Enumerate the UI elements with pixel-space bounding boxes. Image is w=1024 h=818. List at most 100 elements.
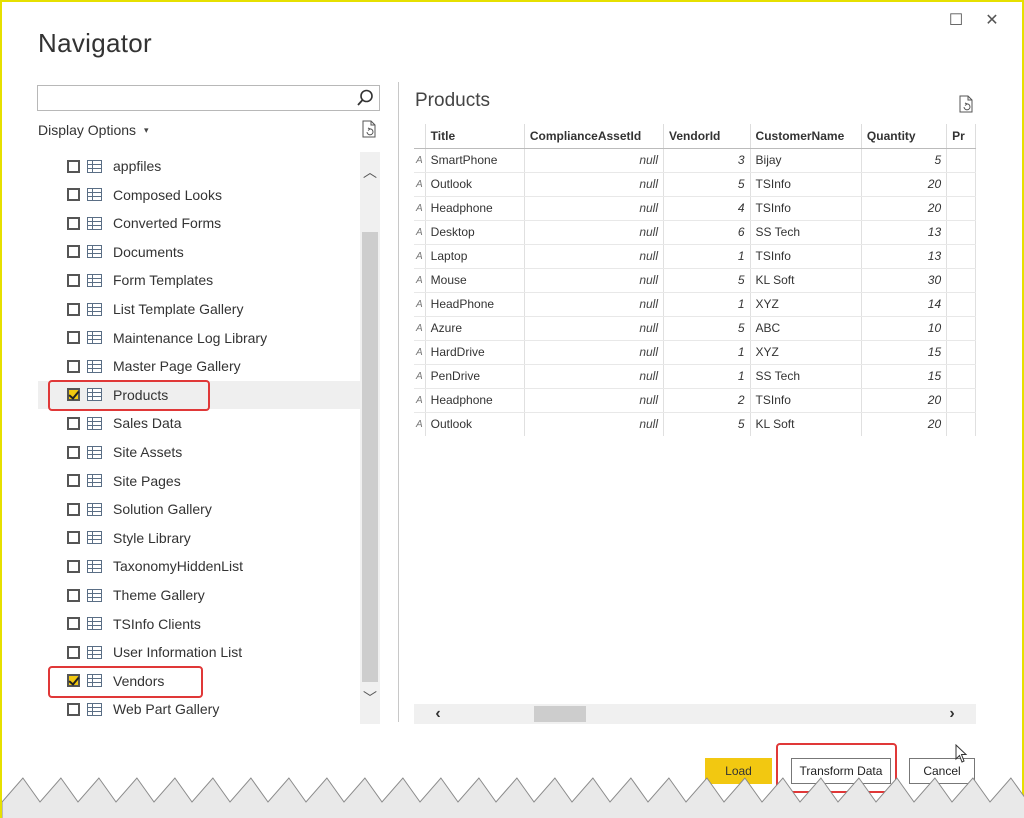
close-button[interactable]: ✕ (982, 10, 1002, 30)
column-header[interactable]: Quantity (861, 124, 948, 149)
table-cell: Bijay (750, 148, 862, 173)
tree-item[interactable]: Documents (38, 238, 360, 266)
maximize-button[interactable]: ☐ (946, 10, 966, 30)
tree-item[interactable]: Converted Forms (38, 209, 360, 237)
tree-item-label: Documents (113, 243, 184, 260)
table-cell: XYZ (750, 340, 862, 365)
tree-item-label: Site Assets (113, 444, 183, 460)
table-cell (946, 220, 976, 245)
search-icon[interactable] (356, 89, 374, 107)
column-header[interactable]: Pr (946, 124, 976, 149)
table-row[interactable]: A Mouse null 5 KL Soft 30 (414, 268, 976, 293)
tree-item[interactable]: Composed Looks (38, 181, 360, 209)
table-row[interactable]: A Desktop null 6 SS Tech 13 (414, 220, 976, 245)
tree-item[interactable]: Theme Gallery (38, 581, 360, 609)
table-icon (87, 188, 102, 202)
tree-item-checkbox[interactable] (67, 273, 80, 287)
tree-item-checkbox[interactable] (67, 588, 80, 602)
table-row[interactable]: A Laptop null 1 TSInfo 13 (414, 244, 976, 269)
tree-item-checkbox[interactable] (67, 331, 80, 345)
tree-item-checkbox[interactable] (67, 702, 80, 716)
refresh-preview-icon[interactable] (958, 95, 974, 113)
column-header[interactable] (414, 124, 426, 149)
tree-item-checkbox[interactable] (67, 617, 80, 631)
tree-item-label: Style Library (113, 529, 191, 546)
tree-scrollbar[interactable]: ︿ ﹀ (360, 152, 380, 724)
table-row[interactable]: A Headphone null 2 TSInfo 20 (414, 388, 976, 413)
table-cell: PenDrive (425, 364, 525, 389)
table-cell: A (414, 292, 426, 317)
tree-item-label: Maintenance Log Library (113, 329, 268, 346)
table-row[interactable]: A HeadPhone null 1 XYZ 14 (414, 292, 976, 317)
pane-divider[interactable] (398, 82, 399, 722)
column-header[interactable]: ComplianceAssetId (524, 124, 665, 149)
tree-item-checkbox[interactable] (67, 245, 80, 259)
scroll-down-icon[interactable]: ﹀ (360, 688, 380, 708)
table-cell: Headphone (425, 196, 525, 221)
table-row[interactable]: A SmartPhone null 3 Bijay 5 (414, 148, 976, 173)
tree-item[interactable]: Site Assets (38, 438, 360, 466)
column-header[interactable]: Title (425, 124, 525, 149)
refresh-icon[interactable] (361, 120, 377, 138)
table-row[interactable]: A HardDrive null 1 XYZ 15 (414, 340, 976, 365)
table-row[interactable]: A Azure null 5 ABC 10 (414, 316, 976, 341)
tree-item[interactable]: Solution Gallery (38, 495, 360, 523)
scroll-left-icon[interactable]: ‹ (426, 704, 450, 724)
table-cell: TSInfo (750, 244, 862, 269)
table-cell: null (524, 412, 665, 436)
tree-item-checkbox[interactable] (67, 645, 80, 659)
tree-item-checkbox[interactable] (67, 359, 80, 373)
table-row[interactable]: A Outlook null 5 KL Soft 20 (414, 412, 976, 436)
tree-item-checkbox[interactable] (67, 159, 80, 173)
tree-item[interactable]: Style Library (38, 524, 360, 552)
table-cell: TSInfo (750, 196, 862, 221)
search-input[interactable] (42, 87, 352, 109)
tree-item[interactable]: User Information List (38, 638, 360, 666)
tree-item-checkbox[interactable] (67, 416, 80, 430)
column-header[interactable]: VendorId (663, 124, 751, 149)
table-cell: A (414, 196, 426, 221)
tree-item-label: Composed Looks (113, 186, 222, 203)
scroll-right-icon[interactable]: › (940, 704, 964, 724)
table-row[interactable]: A Outlook null 5 TSInfo 20 (414, 172, 976, 197)
tree-item[interactable]: Sales Data (38, 409, 360, 437)
tree-item[interactable]: Master Page Gallery (38, 352, 360, 380)
table-icon (87, 531, 102, 545)
tree-item[interactable]: Maintenance Log Library (38, 324, 360, 352)
tree-item-checkbox[interactable] (67, 216, 80, 230)
tree-item-checkbox[interactable] (67, 531, 80, 545)
search-box[interactable] (37, 85, 380, 111)
table-row[interactable]: A Headphone null 4 TSInfo 20 (414, 196, 976, 221)
tree-scrollbar-thumb[interactable] (362, 232, 378, 682)
table-icon (87, 474, 102, 488)
table-row[interactable]: A PenDrive null 1 SS Tech 15 (414, 364, 976, 389)
tree-item-checkbox[interactable] (67, 559, 80, 573)
table-cell: 3 (663, 148, 751, 173)
table-cell: HardDrive (425, 340, 525, 365)
tree-item[interactable]: appfiles (38, 152, 360, 180)
tree-item-checkbox[interactable] (67, 302, 80, 316)
table-cell (946, 364, 976, 389)
tree-item[interactable]: TSInfo Clients (38, 610, 360, 638)
display-options-dropdown[interactable]: Display Options ▾ (38, 122, 149, 138)
hscrollbar-thumb[interactable] (534, 706, 586, 722)
tree-item-checkbox[interactable] (67, 474, 80, 488)
table-cell: TSInfo (750, 388, 862, 413)
tree-item-checkbox[interactable] (67, 445, 80, 459)
table-cell: KL Soft (750, 268, 862, 293)
tree-item[interactable]: List Template Gallery (38, 295, 360, 323)
scroll-up-icon[interactable]: ︿ (360, 162, 380, 182)
tree-item-checkbox[interactable] (67, 188, 80, 202)
tree-item[interactable]: TaxonomyHiddenList (38, 552, 360, 580)
table-cell: A (414, 412, 426, 436)
preview-hscrollbar[interactable]: ‹ › (414, 704, 976, 724)
table-cell: 20 (861, 412, 948, 436)
column-header[interactable]: CustomerName (750, 124, 862, 149)
tree-item[interactable]: Web Part Gallery (38, 695, 360, 723)
tree-item[interactable]: Site Pages (38, 467, 360, 495)
tree-item-checkbox[interactable] (67, 502, 80, 516)
table-cell: A (414, 316, 426, 341)
tree-item[interactable]: Form Templates (38, 266, 360, 294)
highlight-vendors (48, 666, 203, 698)
table-cell (946, 292, 976, 317)
